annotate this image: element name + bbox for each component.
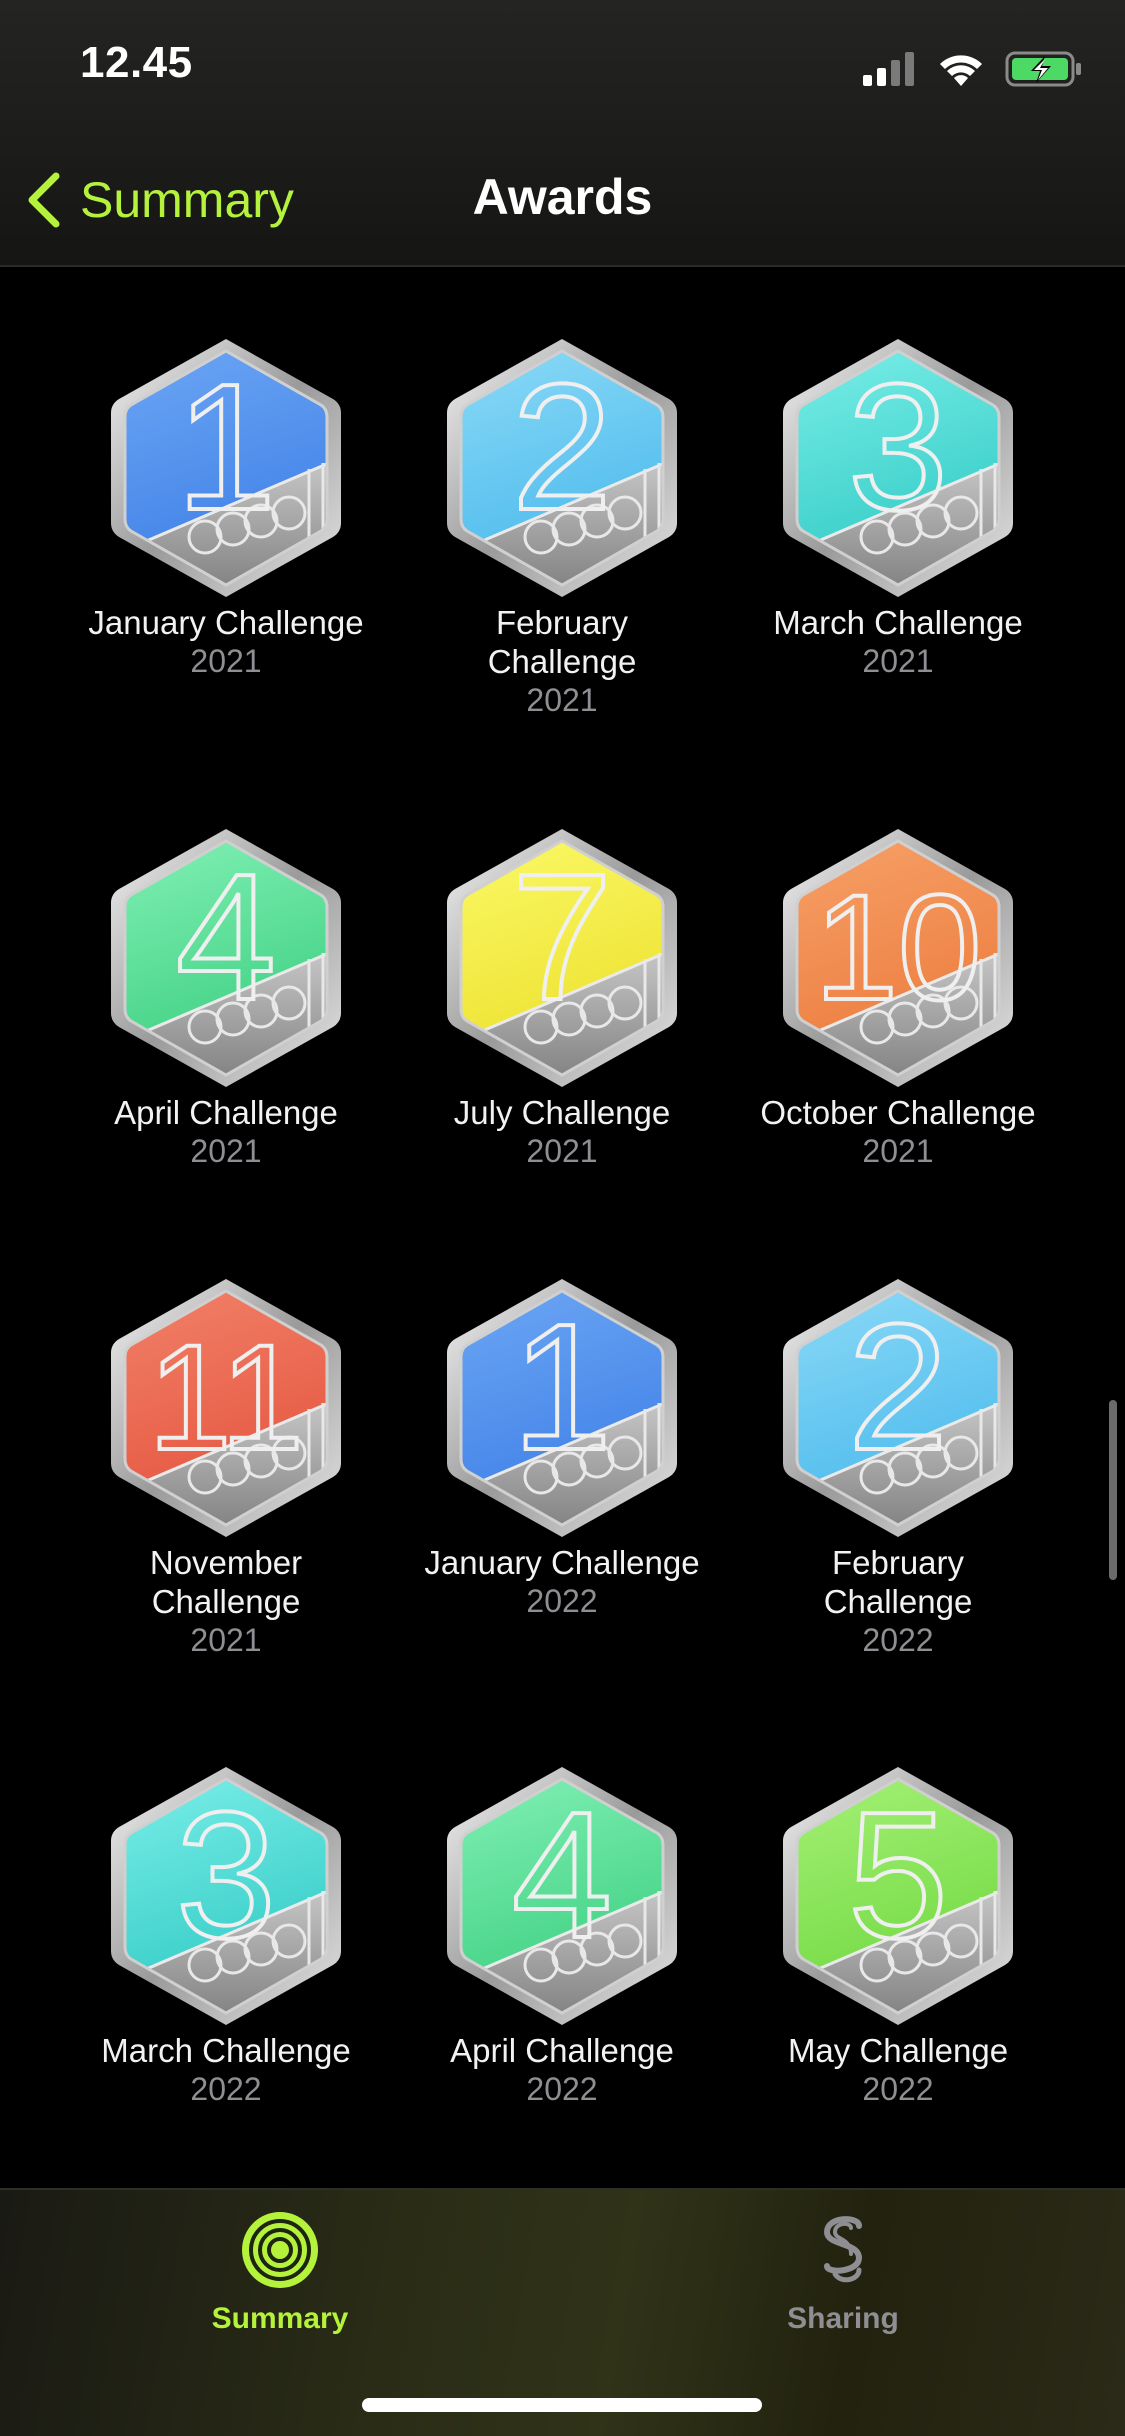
- scroll-indicator[interactable]: [1109, 1400, 1117, 1580]
- award-name: October Challenge: [760, 1094, 1036, 1131]
- svg-text:2: 2: [512, 347, 612, 548]
- award-year: 2022: [190, 2071, 262, 2107]
- award-april-2021[interactable]: 4 April Challenge 2021: [58, 827, 394, 1171]
- svg-text:1: 1: [176, 347, 276, 548]
- award-badge-icon: 2: [783, 1279, 1013, 1537]
- award-january-2022[interactable]: 1 January Challenge 2022: [394, 1277, 730, 1621]
- award-february-2022[interactable]: 2 February Challenge 2022: [730, 1277, 1066, 1660]
- award-year: 2021: [526, 1133, 598, 1169]
- svg-text:7: 7: [512, 837, 612, 1038]
- activity-rings-icon: [242, 2212, 318, 2288]
- page-title: Awards: [472, 169, 653, 225]
- cellular-signal-icon: [863, 52, 914, 86]
- svg-text:5: 5: [848, 1775, 948, 1976]
- svg-text:1: 1: [512, 1287, 612, 1488]
- svg-text:4: 4: [512, 1775, 612, 1976]
- status-icons: [861, 48, 1083, 90]
- navigation-header: 12.45 Summary Awards: [0, 0, 1125, 267]
- award-name: April Challenge: [450, 2032, 674, 2069]
- award-name: May Challenge: [787, 2032, 1009, 2069]
- award-year: 2022: [862, 2071, 934, 2107]
- award-badge-icon: 11: [111, 1279, 341, 1537]
- home-indicator[interactable]: [362, 2398, 762, 2412]
- award-name: November Challenge: [149, 1544, 303, 1620]
- tab-summary[interactable]: Summary: [130, 2208, 430, 2336]
- sharing-icon: [823, 2216, 863, 2283]
- tab-sharing-label: Sharing: [787, 2302, 899, 2335]
- award-name: March Challenge: [773, 604, 1023, 641]
- award-april-2022[interactable]: 4 April Challenge 2022: [394, 1765, 730, 2109]
- award-year: 2022: [526, 2071, 598, 2107]
- award-name: January Challenge: [88, 604, 364, 641]
- award-year: 2021: [862, 643, 934, 679]
- award-march-2021[interactable]: 3 March Challenge 2021: [730, 337, 1066, 681]
- award-may-2022[interactable]: 5 May Challenge 2022: [730, 1765, 1066, 2109]
- svg-text:4: 4: [176, 837, 276, 1038]
- award-badge-icon: 1: [111, 339, 341, 597]
- award-badge-icon: 3: [111, 1767, 341, 2025]
- tab-sharing[interactable]: Sharing: [693, 2208, 993, 2336]
- award-year: 2021: [190, 1133, 262, 1169]
- award-october-2021[interactable]: 10 October Challenge 2021: [730, 827, 1066, 1171]
- award-february-2021[interactable]: 2 February Challenge 2021: [394, 337, 730, 720]
- award-badge-icon: 5: [783, 1767, 1013, 2025]
- svg-text:10: 10: [815, 863, 982, 1031]
- award-november-2021[interactable]: 11 November Challenge 2021: [58, 1277, 394, 1660]
- award-badge-icon: 4: [111, 829, 341, 1087]
- award-name: January Challenge: [424, 1544, 700, 1581]
- svg-text:2: 2: [848, 1287, 948, 1488]
- award-name: July Challenge: [453, 1094, 671, 1131]
- award-badge-icon: 4: [447, 1767, 677, 2025]
- award-badge-icon: 2: [447, 339, 677, 597]
- award-name: April Challenge: [114, 1094, 338, 1131]
- award-name: March Challenge: [101, 2032, 351, 2069]
- award-march-2022[interactable]: 3 March Challenge 2022: [58, 1765, 394, 2109]
- award-badge-icon: 10: [783, 829, 1013, 1087]
- award-name: February Challenge: [823, 1544, 973, 1620]
- award-year: 2022: [526, 1583, 598, 1619]
- award-year: 2022: [862, 1622, 934, 1658]
- status-time: 12.45: [80, 38, 193, 87]
- award-year: 2021: [526, 682, 598, 718]
- award-year: 2021: [190, 1622, 262, 1658]
- battery-charging-icon: [1005, 51, 1081, 87]
- tab-summary-label: Summary: [211, 2302, 349, 2335]
- award-july-2021[interactable]: 7 July Challenge 2021: [394, 827, 730, 1171]
- award-badge-icon: 7: [447, 829, 677, 1087]
- svg-text:3: 3: [176, 1775, 276, 1976]
- award-january-2021[interactable]: 1 January Challenge 2021: [58, 337, 394, 681]
- award-badge-icon: 3: [783, 339, 1013, 597]
- screen: 12.45 Summary Awards 1 January Challenge…: [0, 0, 1125, 2436]
- award-year: 2021: [190, 643, 262, 679]
- svg-text:3: 3: [848, 347, 948, 548]
- svg-text:11: 11: [148, 1313, 304, 1481]
- award-badge-icon: 1: [447, 1279, 677, 1537]
- award-name: February Challenge: [487, 604, 637, 680]
- award-year: 2021: [862, 1133, 934, 1169]
- wifi-icon: [940, 55, 982, 86]
